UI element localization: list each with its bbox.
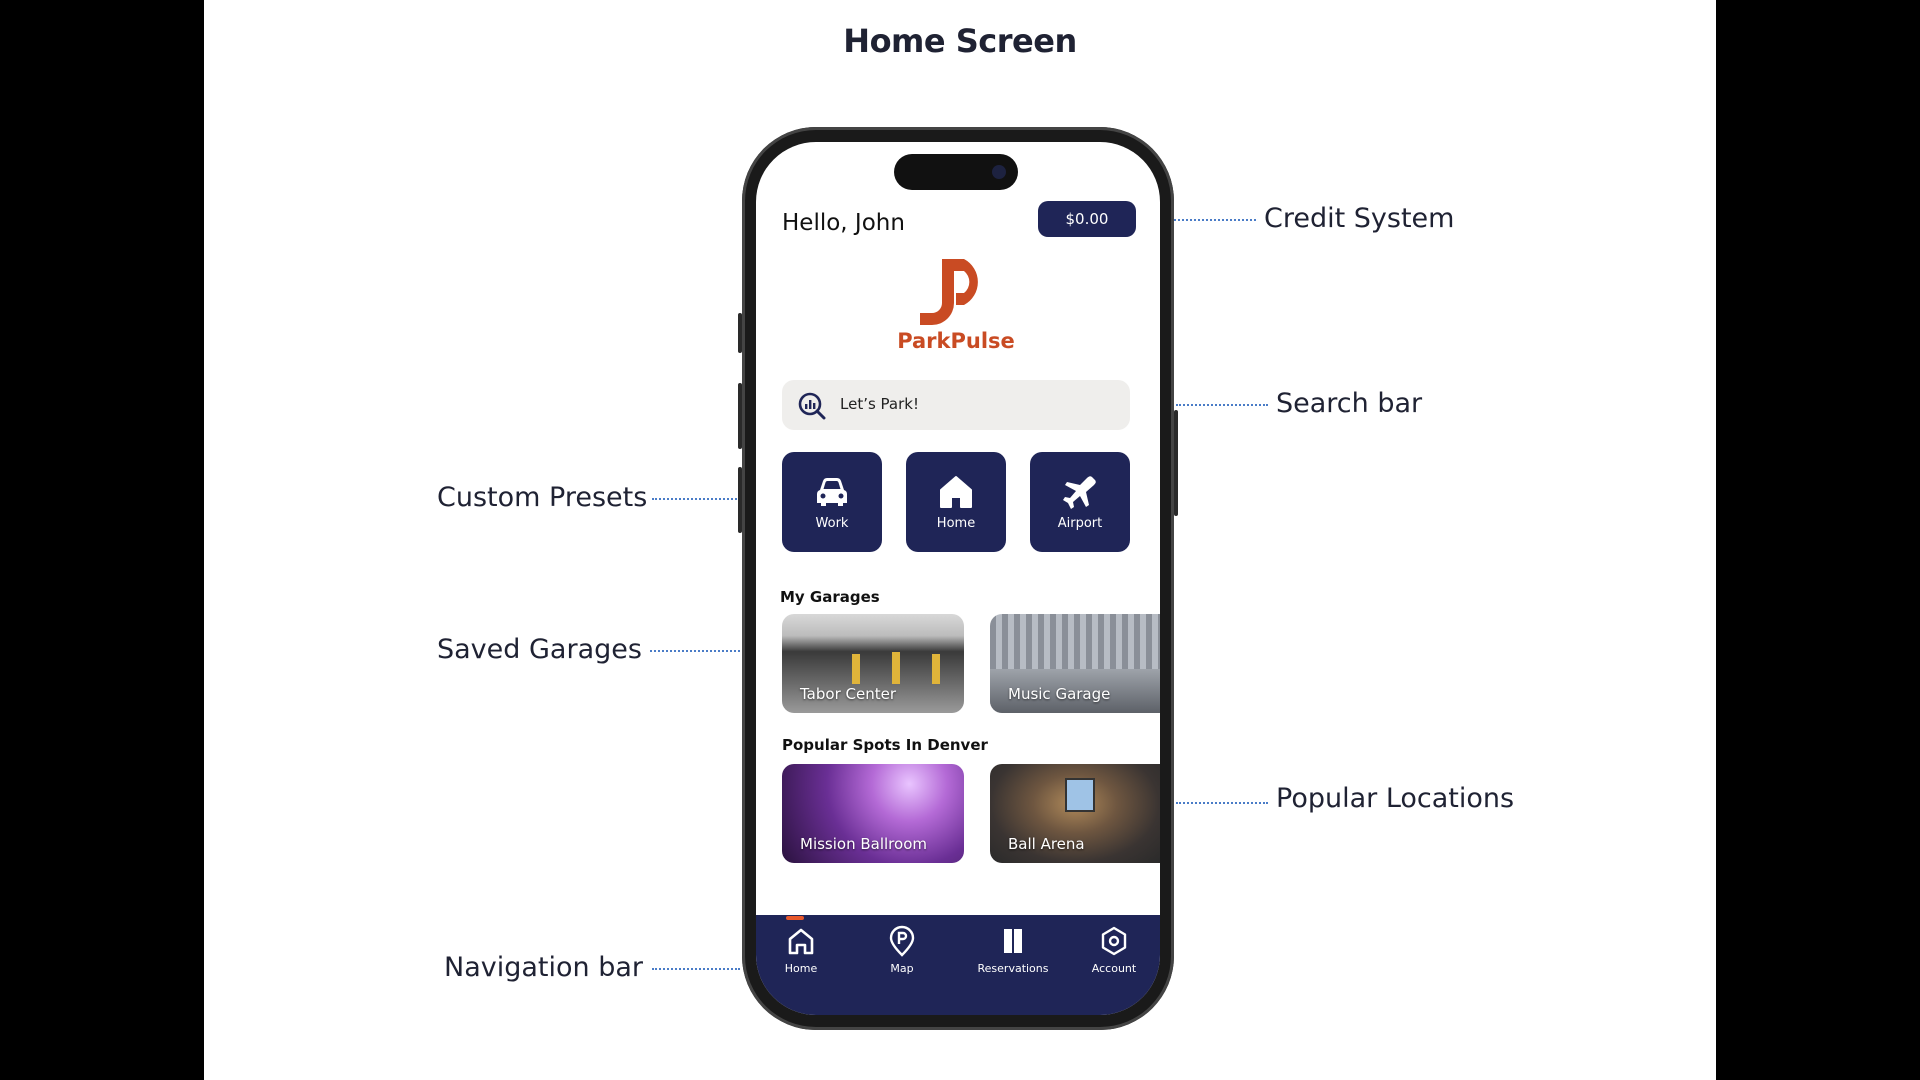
garage-name: Tabor Center	[800, 685, 896, 703]
popular-card-mission-ballroom[interactable]: Mission Ballroom	[782, 764, 964, 863]
app-screen: Hello, John $0.00 ParkPulse Let’s Park!	[756, 142, 1160, 1015]
slide-title: Home Screen	[843, 22, 1077, 60]
credit-balance-button[interactable]: $0.00	[1038, 201, 1136, 237]
preset-airport-button[interactable]: Airport	[1030, 452, 1130, 552]
bollard	[932, 654, 940, 684]
annotation-line	[652, 498, 740, 500]
popular-spots-heading: Popular Spots In Denver	[782, 736, 988, 754]
annotation-navigation-bar: Navigation bar	[444, 952, 643, 983]
annotation-custom-presets: Custom Presets	[437, 482, 648, 513]
annotation-line	[1176, 404, 1268, 406]
location-name: Mission Ballroom	[800, 835, 927, 853]
garage-card-music-garage[interactable]: Music Garage	[990, 614, 1160, 713]
search-placeholder: Let’s Park!	[840, 395, 919, 413]
tab-label: Account	[1091, 962, 1137, 975]
phone-mockup: Hello, John $0.00 ParkPulse Let’s Park!	[738, 127, 1178, 1030]
greeting: Hello, John	[782, 210, 905, 236]
location-name: Ball Arena	[1008, 835, 1085, 853]
car-icon	[817, 478, 847, 506]
parking-pin-icon	[889, 925, 915, 957]
preset-home-button[interactable]: Home	[906, 452, 1006, 552]
my-garages-heading: My Garages	[780, 588, 880, 606]
annotation-credit-system: Credit System	[1264, 203, 1455, 234]
house-icon	[788, 928, 814, 955]
reservations-icon	[1004, 929, 1022, 953]
camera-icon	[992, 165, 1006, 179]
parkpulse-logo: ParkPulse	[886, 259, 1026, 359]
navigation-bar: Home Map Reservations Account	[756, 915, 1160, 1015]
active-tab-indicator	[786, 916, 804, 920]
tab-home[interactable]: Home	[756, 915, 846, 1015]
tab-map[interactable]: Map	[857, 915, 947, 1015]
tab-label: Reservations	[977, 962, 1049, 975]
preset-label: Work	[815, 516, 849, 531]
tab-label: Map	[890, 962, 914, 975]
annotation-search-bar: Search bar	[1276, 388, 1423, 419]
popular-card-ball-arena[interactable]: Ball Arena	[990, 764, 1160, 863]
search-bar[interactable]: Let’s Park!	[782, 380, 1130, 430]
phone-volume-up	[738, 383, 742, 449]
brand-name: ParkPulse	[897, 329, 1015, 353]
preset-label: Airport	[1057, 516, 1103, 531]
hexagon-account-icon	[1101, 926, 1127, 956]
annotation-line	[1174, 219, 1256, 221]
house-icon	[940, 476, 972, 508]
airplane-icon	[1063, 476, 1096, 509]
bollard	[892, 652, 900, 684]
dynamic-island	[894, 154, 1018, 190]
tab-label: Home	[784, 962, 818, 975]
annotation-line	[1176, 802, 1268, 804]
garage-name: Music Garage	[1008, 685, 1111, 703]
preset-work-button[interactable]: Work	[782, 452, 882, 552]
garage-card-tabor-center[interactable]: Tabor Center	[782, 614, 964, 713]
annotation-popular-locations: Popular Locations	[1276, 783, 1515, 814]
scoreboard	[1065, 778, 1095, 812]
annotation-line	[650, 650, 740, 652]
phone-volume-down	[738, 467, 742, 533]
preset-label: Home	[936, 516, 976, 531]
phone-side-button	[738, 313, 742, 353]
slide: Home Screen Credit System Search bar Cus…	[204, 0, 1716, 1080]
tab-account[interactable]: Account	[1069, 915, 1159, 1015]
phone-power-button	[1174, 410, 1178, 516]
annotation-line	[652, 968, 740, 970]
annotation-saved-garages: Saved Garages	[437, 634, 642, 665]
logo-mark-icon	[920, 259, 978, 325]
search-icon	[798, 392, 826, 420]
bollard	[852, 654, 860, 684]
tab-reservations[interactable]: Reservations	[968, 915, 1058, 1015]
